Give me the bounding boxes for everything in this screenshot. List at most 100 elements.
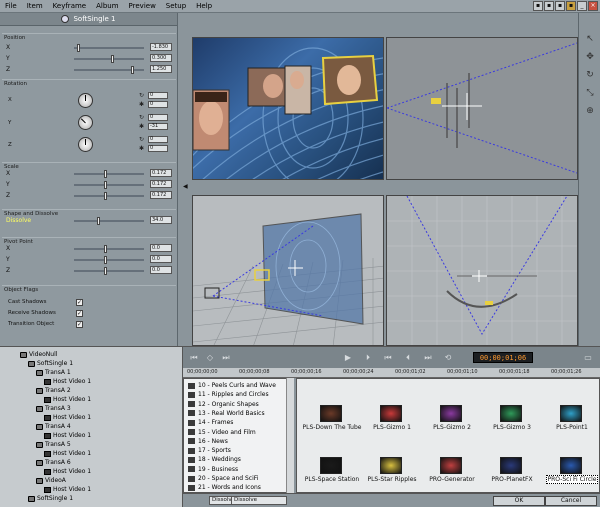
go-end-icon[interactable]: ⏭ — [423, 353, 433, 363]
step-forward-icon[interactable]: ⏵ — [363, 353, 373, 363]
loop-icon[interactable]: ⟲ — [443, 353, 453, 363]
perspective-viewport[interactable] — [192, 195, 384, 346]
tree-node[interactable]: VideoNull — [20, 350, 57, 359]
menu-setup[interactable]: Setup — [161, 0, 191, 13]
rotation-x-dial[interactable] — [78, 93, 93, 108]
slider-track[interactable] — [74, 170, 144, 178]
spin-icon[interactable]: ✱ — [139, 145, 146, 152]
effect-thumbnail[interactable]: PLS-Star Ripples — [361, 457, 423, 492]
slider-track[interactable] — [74, 55, 144, 63]
ok-button[interactable]: OK — [493, 496, 545, 506]
rotation-x-turns[interactable]: 0 — [148, 92, 168, 99]
rotation-y-turns[interactable]: 0 — [148, 114, 168, 121]
effect-thumbnail[interactable]: PLS-Space Station — [301, 457, 363, 492]
play-icon[interactable]: ▶ — [343, 353, 353, 363]
tree-node[interactable]: Host Video 1 — [44, 431, 91, 440]
timeline-ruler[interactable]: 00;00;00;00 00;00;00;08 00;00;00;16 00;00;0… — [183, 368, 600, 378]
move-icon[interactable]: ✥ — [584, 51, 596, 63]
slider-track[interactable] — [74, 181, 144, 189]
menu-keyframe[interactable]: Keyframe — [48, 0, 91, 13]
category-item[interactable]: 13 - Real World Basics — [188, 409, 265, 418]
category-item[interactable]: 14 - Frames — [188, 418, 233, 427]
preview-viewport[interactable] — [192, 37, 384, 180]
tree-node[interactable]: Host Video 1 — [44, 377, 91, 386]
receive-shadows-checkbox[interactable]: ✓ — [76, 310, 83, 317]
monitor-icon[interactable]: ▭ — [583, 353, 593, 363]
cast-shadows-checkbox[interactable]: ✓ — [76, 299, 83, 306]
category-scrollbar[interactable] — [286, 378, 294, 493]
menu-file[interactable]: File — [0, 0, 22, 13]
tree-node[interactable]: VideoA — [36, 476, 66, 485]
effect-thumbnail[interactable]: PLS-Point1 — [541, 405, 599, 449]
slider-track[interactable] — [74, 267, 144, 275]
go-start-icon[interactable]: ⏮ — [383, 353, 393, 363]
spin-icon[interactable]: ✱ — [139, 123, 146, 130]
cancel-button[interactable]: Cancel — [545, 496, 597, 506]
tree-node[interactable]: Host Video 1 — [44, 395, 91, 404]
side-viewport[interactable] — [386, 195, 578, 346]
rotate-icon[interactable]: ↻ — [139, 136, 146, 143]
rotation-z-turns[interactable]: 0 — [148, 136, 168, 143]
slider-track[interactable] — [74, 44, 144, 52]
category-item[interactable]: 10 - Peels Curls and Wave — [188, 381, 276, 390]
value-field[interactable]: 34.0 — [150, 216, 172, 224]
rotation-y-dial[interactable] — [78, 115, 93, 130]
rotation-x-degrees[interactable]: 0 — [148, 101, 168, 108]
rotate-icon[interactable]: ↻ — [139, 92, 146, 99]
slider-track[interactable] — [74, 66, 144, 74]
scale-icon[interactable]: ⤡ — [584, 87, 596, 99]
tree-node[interactable]: TransA 6 — [36, 458, 71, 467]
effect-thumbnail[interactable]: PRO-Sci Fi Circle — [541, 457, 599, 492]
slider-thumb[interactable] — [104, 245, 107, 253]
spin-icon[interactable]: ✱ — [139, 101, 146, 108]
category-item[interactable]: 20 - Space and SciFi — [188, 474, 258, 483]
rotation-z-degrees[interactable]: 0 — [148, 145, 168, 152]
menu-preview[interactable]: Preview — [124, 0, 161, 13]
value-field[interactable]: 0.0 — [150, 266, 172, 274]
select-arrow-icon[interactable]: ↖ — [584, 33, 596, 45]
value-field[interactable]: 0.0 — [150, 255, 172, 263]
tree-node[interactable]: SoftSingle 1 — [28, 359, 73, 368]
value-field[interactable]: 0.0 — [150, 244, 172, 252]
menu-album[interactable]: Album — [91, 0, 123, 13]
album-icon[interactable]: ▪ — [566, 1, 576, 11]
step-back-icon[interactable]: ⏴ — [403, 353, 413, 363]
toolbar-icon-3[interactable]: ▪ — [555, 1, 565, 11]
slider-track[interactable] — [74, 245, 144, 253]
category-item[interactable]: 16 - News — [188, 437, 228, 446]
menu-item[interactable]: Item — [22, 0, 48, 13]
top-viewport[interactable] — [386, 37, 578, 180]
value-field[interactable]: 0.300 — [150, 54, 172, 62]
slider-track[interactable] — [74, 256, 144, 264]
collapse-arrow-icon[interactable]: ◀ — [183, 183, 188, 190]
slider-thumb[interactable] — [131, 66, 134, 74]
zoom-icon[interactable]: ⊕ — [584, 105, 596, 117]
value-field[interactable]: 0.172 — [150, 191, 172, 199]
slider-thumb[interactable] — [104, 256, 107, 264]
slider-thumb[interactable] — [104, 267, 107, 275]
effect-thumbnail[interactable]: PLS-Gizmo 1 — [361, 405, 423, 449]
category-item[interactable]: 17 - Sports — [188, 446, 231, 455]
tree-node[interactable]: Host Video 1 — [44, 467, 91, 476]
slider-track[interactable] — [74, 217, 144, 225]
effect-thumbnail[interactable]: PLS-Gizmo 2 — [421, 405, 483, 449]
slider-thumb[interactable] — [104, 181, 107, 189]
keyframe-next-icon[interactable]: ⏭ — [221, 353, 231, 363]
close-icon[interactable]: × — [588, 1, 598, 11]
tree-node[interactable]: SoftSingle 1 — [28, 494, 73, 503]
slider-thumb[interactable] — [111, 55, 114, 63]
category-item[interactable]: 11 - Ripples and Circles — [188, 390, 269, 399]
keyframe-add-icon[interactable]: ◇ — [205, 353, 215, 363]
effect-thumbnail[interactable]: PLS-Gizmo 3 — [481, 405, 543, 449]
value-field[interactable]: 0.172 — [150, 169, 172, 177]
menu-help[interactable]: Help — [191, 0, 217, 13]
rotate-icon[interactable]: ↻ — [584, 69, 596, 81]
tree-node[interactable]: TransA 1 — [36, 368, 71, 377]
tree-node[interactable]: Host Video 1 — [44, 449, 91, 458]
tree-node[interactable]: TransA 3 — [36, 404, 71, 413]
category-item[interactable]: 19 - Business — [188, 465, 238, 474]
slider-thumb[interactable] — [104, 170, 107, 178]
panel-splitter[interactable]: ◀ — [178, 13, 192, 346]
toolbar-icon-1[interactable]: ▪ — [533, 1, 543, 11]
category-item[interactable]: 15 - Video and Film — [188, 428, 256, 437]
